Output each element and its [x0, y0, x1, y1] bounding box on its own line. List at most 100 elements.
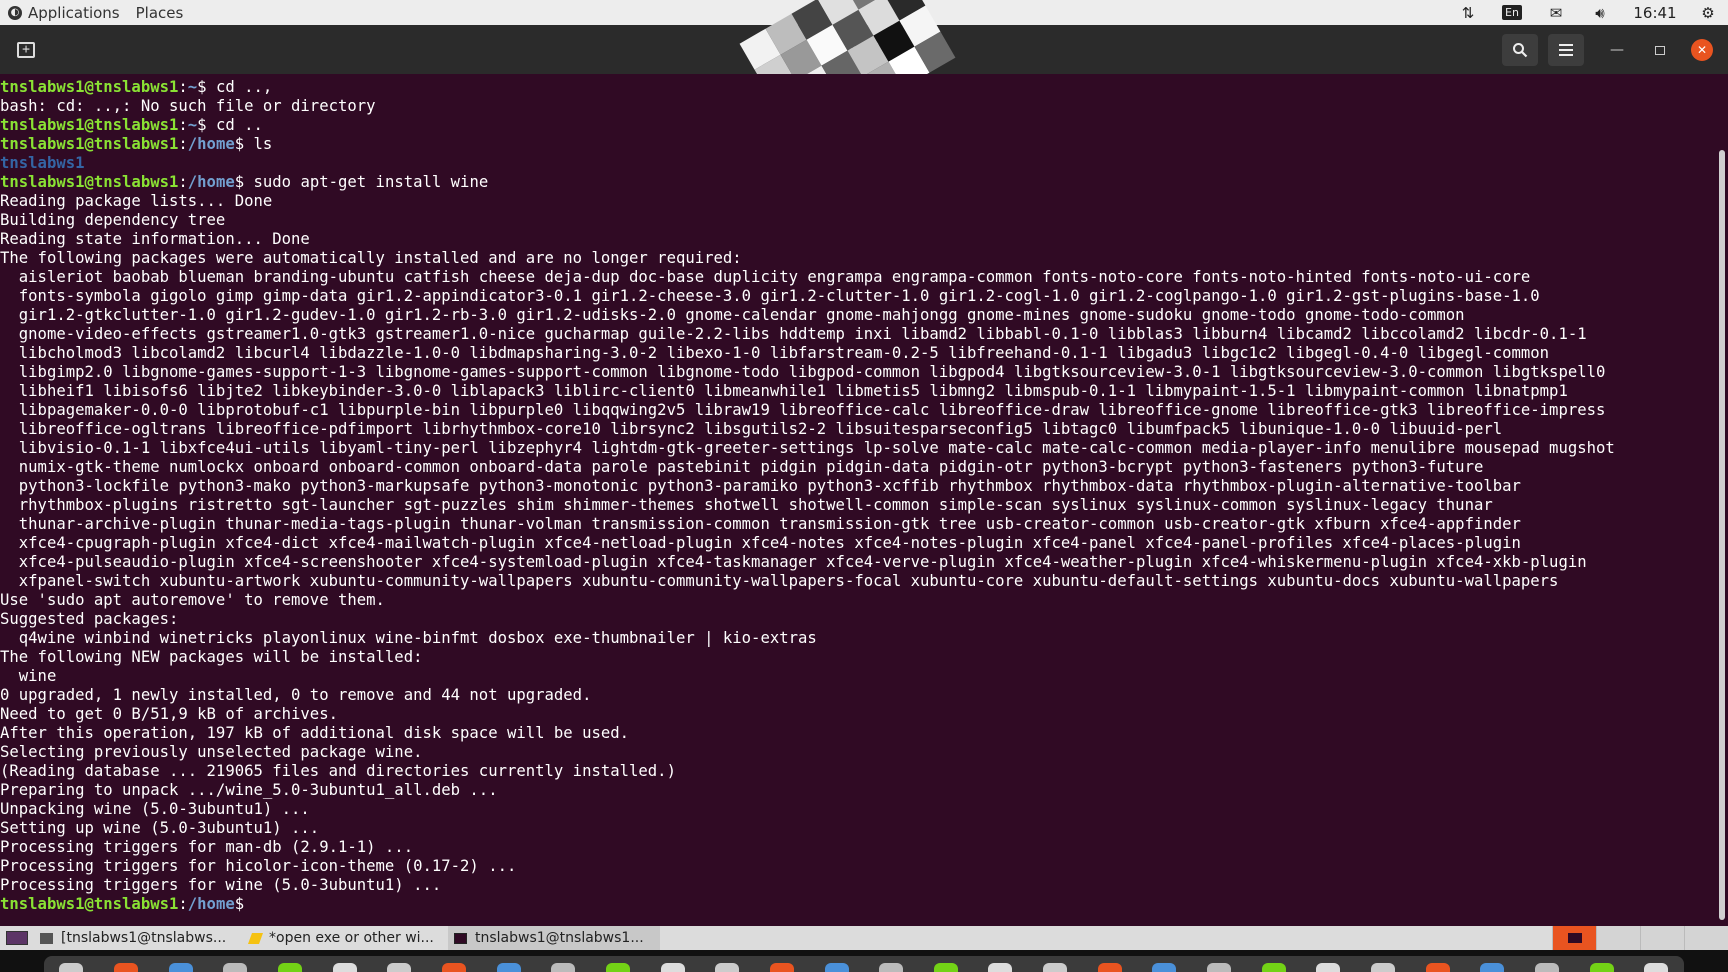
output-line: (Reading database ... 219065 files and d…	[0, 762, 676, 780]
prompt-separator: :	[178, 116, 188, 134]
output-line: libreoffice-ogltrans libreoffice-pdfimpo…	[0, 420, 1503, 438]
dock-app-icon[interactable]	[769, 963, 794, 972]
gear-icon[interactable]: ⚙	[1688, 0, 1728, 25]
dock-app-icon[interactable]	[824, 963, 849, 972]
taskbar-item-terminal-2[interactable]: tnslabws1@tnslabws1...	[448, 926, 660, 950]
prompt-path: ~	[187, 78, 198, 96]
output-line: libpagemaker-0.0-0 libprotobuf-c1 libpur…	[0, 401, 1606, 419]
output-line: aisleriot baobab blueman branding-ubuntu…	[0, 268, 1531, 286]
dock-app-icon[interactable]	[933, 963, 958, 972]
menu-icon	[6, 931, 28, 945]
prompt-path: /home	[187, 135, 235, 153]
search-button[interactable]	[1502, 34, 1538, 66]
dock-app-icon[interactable]	[1043, 963, 1068, 972]
new-tab-button[interactable]: +	[8, 34, 44, 66]
output-line: xfce4-cpugraph-plugin xfce4-dict xfce4-m…	[0, 534, 1521, 552]
taskbar-item-editor[interactable]: *open exe or other wi...	[244, 926, 444, 950]
output-line: Use 'sudo apt autoremove' to remove them…	[0, 591, 385, 609]
task-label: *open exe or other wi...	[269, 930, 434, 946]
workspace-3[interactable]	[1640, 926, 1684, 950]
output-line: Preparing to unpack .../wine_5.0-3ubuntu…	[0, 781, 498, 799]
prompt-path: ~	[187, 116, 198, 134]
output-line: libheif1 libisofs6 libjte2 libkeybinder-…	[0, 382, 1568, 400]
output-line: gnome-video-effects gstreamer1.0-gtk3 gs…	[0, 325, 1587, 343]
dock-app-icon[interactable]	[113, 963, 138, 972]
dock-app-icon[interactable]	[277, 963, 302, 972]
applications-menu[interactable]: ◐ Applications	[8, 0, 130, 25]
output-line: python3-lockfile python3-mako python3-ma…	[0, 477, 1521, 495]
close-button[interactable]: ✕	[1691, 39, 1713, 61]
dock-app-icon[interactable]	[59, 963, 84, 972]
dock-app-icon[interactable]	[605, 963, 630, 972]
dock-app-icon[interactable]	[223, 963, 248, 972]
prompt-separator: :	[178, 895, 188, 913]
dock-app-icon[interactable]	[715, 963, 740, 972]
dock-app-icon[interactable]	[1371, 963, 1396, 972]
dock-app-icon[interactable]	[988, 963, 1013, 972]
dock-app-icon[interactable]	[551, 963, 576, 972]
speaker-icon[interactable]: 🔊︎	[1578, 0, 1622, 25]
output-line: libcholmod3 libcolamd2 libcurl4 libdazzl…	[0, 344, 1550, 362]
envelope-icon[interactable]: ✉	[1534, 0, 1578, 25]
dock-app-icon[interactable]	[1152, 963, 1177, 972]
prompt-line: tnslabws1@tnslabws1:~$ cd ..,	[0, 78, 1716, 97]
prompt-user: tnslabws1@tnslabws1	[0, 173, 179, 191]
menu-button[interactable]	[1548, 34, 1584, 66]
output-line: Setting up wine (5.0-3ubuntu1) ...	[0, 819, 320, 837]
dock-app-icon[interactable]	[1535, 963, 1560, 972]
keyboard-layout-label: En	[1502, 5, 1522, 20]
keyboard-layout-indicator[interactable]: En	[1490, 0, 1534, 25]
prompt-line: tnslabws1@tnslabws1:/home$	[0, 895, 1716, 914]
system-tray: ⇅ En ✉ 🔊︎ 16:41 ⚙	[1446, 0, 1728, 25]
dock-app-icon[interactable]	[1589, 963, 1614, 972]
maximize-button[interactable]	[1648, 38, 1672, 62]
dock-app-icon[interactable]	[660, 963, 685, 972]
output-line: Processing triggers for man-db (2.9.1-1)…	[0, 838, 414, 856]
minimize-button[interactable]: —	[1605, 38, 1629, 62]
dock-app-icon[interactable]	[879, 963, 904, 972]
output-line: The following packages were automaticall…	[0, 249, 742, 267]
output-line: fonts-symbola gigolo gimp gimp-data gir1…	[0, 287, 1540, 305]
taskbar-item-terminal-1[interactable]: [tnslabws1@tnslabws...	[34, 926, 240, 950]
network-transfer-icon[interactable]: ⇅	[1446, 0, 1490, 25]
minimize-icon: —	[1610, 42, 1624, 58]
dock-app-icon[interactable]	[1425, 963, 1450, 972]
output-line: numix-gtk-theme numlockx onboard onboard…	[0, 458, 1484, 476]
dock-app-icon[interactable]	[387, 963, 412, 972]
dock-bar	[44, 956, 1684, 972]
dock-app-icon[interactable]	[1207, 963, 1232, 972]
scrollbar-thumb[interactable]	[1719, 150, 1725, 920]
dock-app-icon[interactable]	[496, 963, 521, 972]
directory-listing: tnslabws1	[0, 154, 1716, 173]
output-line: xfpanel-switch xubuntu-artwork xubuntu-c…	[0, 572, 1559, 590]
prompt-command: $ cd ..,	[197, 78, 273, 96]
new-tab-icon: +	[17, 42, 35, 58]
terminal-output[interactable]: tnslabws1@tnslabws1:~$ cd .., bash: cd: .…	[0, 74, 1716, 926]
dock-app-icon[interactable]	[1316, 963, 1341, 972]
dock-app-icon[interactable]	[441, 963, 466, 972]
output-line: bash: cd: ..,: No such file or directory	[0, 97, 376, 115]
dock-app-icon[interactable]	[168, 963, 193, 972]
dock-app-icon[interactable]	[1480, 963, 1505, 972]
terminal-icon	[454, 932, 467, 944]
directory-entry: tnslabws1	[0, 154, 85, 172]
prompt-user: tnslabws1@tnslabws1	[0, 78, 179, 96]
dock-app-icon[interactable]	[1097, 963, 1122, 972]
dock-app-icon[interactable]	[332, 963, 357, 972]
workspace-2[interactable]	[1596, 926, 1640, 950]
close-icon: ✕	[1696, 43, 1708, 57]
prompt-line: tnslabws1@tnslabws1:/home$ sudo apt-get …	[0, 173, 1716, 192]
output-line: 0 upgraded, 1 newly installed, 0 to remo…	[0, 686, 592, 704]
clock[interactable]: 16:41	[1622, 0, 1688, 25]
workspace-1[interactable]	[1552, 926, 1596, 950]
prompt-user: tnslabws1@tnslabws1	[0, 895, 179, 913]
dock-app-icon[interactable]	[1644, 963, 1669, 972]
whisker-menu-button[interactable]	[0, 926, 34, 950]
terminal-scrollbar[interactable]	[1716, 74, 1728, 926]
dock-app-icon[interactable]	[1261, 963, 1286, 972]
places-menu[interactable]: Places	[136, 4, 184, 22]
workspace-switcher	[1552, 926, 1728, 950]
output-line: The following NEW packages will be insta…	[0, 648, 423, 666]
output-line: Selecting previously unselected package …	[0, 743, 423, 761]
workspace-4[interactable]	[1684, 926, 1728, 950]
